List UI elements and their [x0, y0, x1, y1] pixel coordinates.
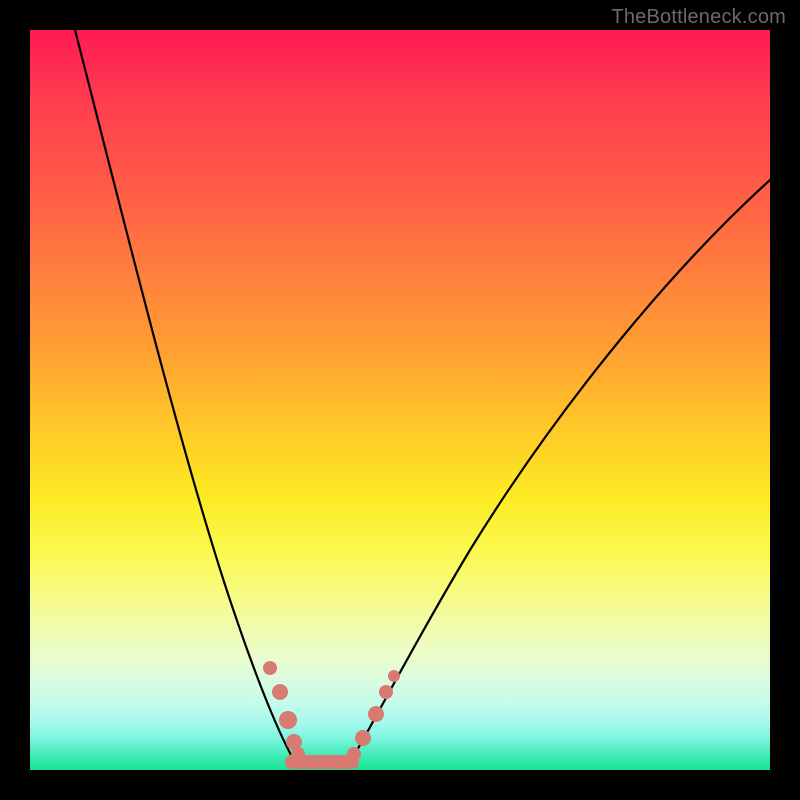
anchor-dot	[347, 747, 361, 761]
anchor-dot	[368, 706, 384, 722]
right-curve	[350, 180, 770, 762]
chart-frame	[30, 30, 770, 770]
anchor-dot	[379, 685, 393, 699]
anchor-group	[263, 661, 400, 761]
anchor-dot	[263, 661, 277, 675]
anchor-dot	[388, 670, 400, 682]
anchor-dot	[291, 747, 305, 761]
anchor-dot	[279, 711, 297, 729]
anchor-dot	[355, 730, 371, 746]
curve-svg	[30, 30, 770, 770]
watermark-text: TheBottleneck.com	[611, 6, 786, 29]
left-curve	[75, 30, 295, 762]
anchor-dot	[272, 684, 288, 700]
